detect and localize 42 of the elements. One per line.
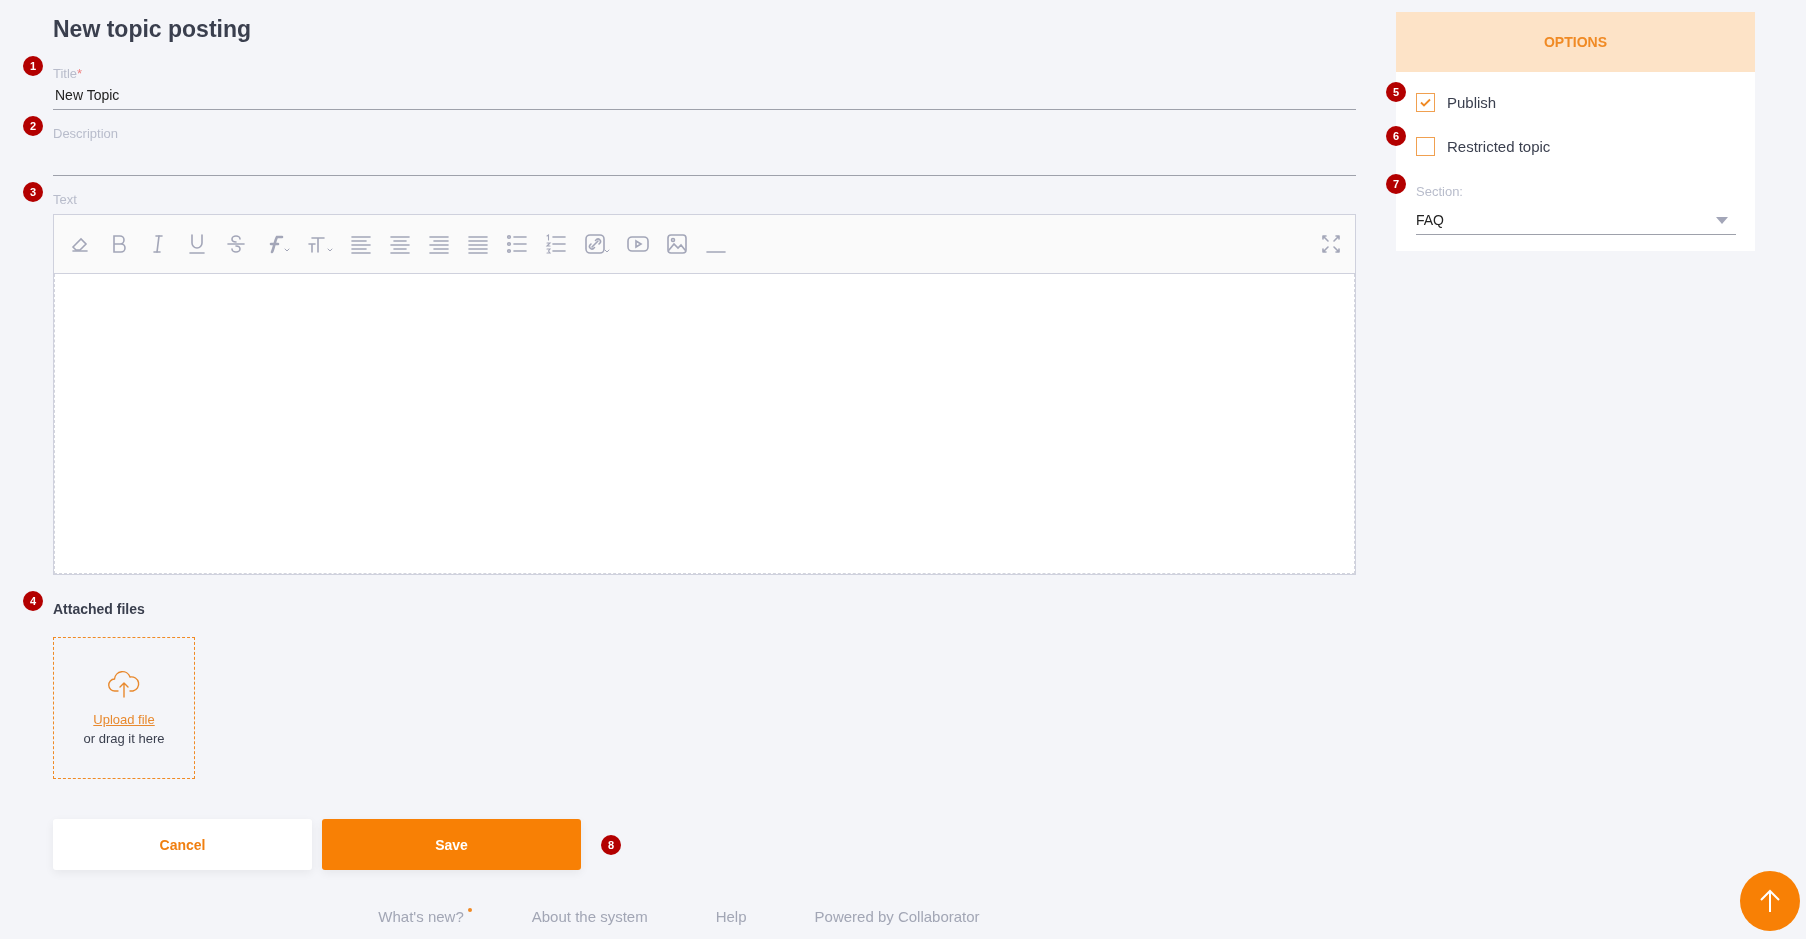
link-icon[interactable] [583, 232, 611, 256]
cancel-button[interactable]: Cancel [53, 819, 312, 870]
step-marker: 3 [23, 182, 43, 202]
checkmark-icon [1420, 97, 1431, 107]
checkbox-label: Publish [1447, 93, 1497, 111]
cloud-upload-icon [107, 670, 141, 698]
caret-icon [1716, 216, 1728, 224]
step-marker: 2 [23, 116, 43, 136]
arrow-up-icon [1759, 889, 1781, 913]
text-field[interactable]: New Topic [53, 82, 1356, 110]
field-label: Title* [53, 66, 83, 82]
step-marker: 4 [23, 591, 43, 611]
checkbox-label: Restricted topic [1447, 137, 1551, 155]
image-icon[interactable] [665, 232, 689, 256]
footer-link[interactable]: Help [715, 908, 755, 925]
field-label: Section: [1416, 184, 1463, 200]
section-dropdown[interactable]: FAQ [1416, 206, 1736, 235]
upload-file-link[interactable]: Upload file [93, 712, 155, 727]
step-marker: 8 [601, 834, 621, 855]
field-label: Text [53, 192, 77, 208]
fullscreen-icon[interactable] [1319, 232, 1343, 256]
footer-link[interactable]: Powered by Collaborator [814, 908, 988, 925]
checkbox[interactable] [1416, 136, 1435, 156]
checkbox[interactable] [1416, 92, 1435, 112]
notification-dot [467, 908, 472, 912]
step-marker: 6 [1386, 126, 1406, 146]
drag-hint: or drag it here [83, 731, 165, 746]
footer-link[interactable]: What's new? [378, 908, 472, 925]
page-title: New topic posting [53, 16, 253, 42]
step-marker: 1 [23, 56, 43, 76]
field-label: Description [53, 126, 119, 142]
step-marker: 5 [1386, 82, 1406, 102]
footer-link[interactable]: About the system [531, 908, 656, 925]
step-marker: 7 [1386, 174, 1406, 194]
strikethrough-icon[interactable] [224, 232, 248, 256]
options-header: OPTIONS [1396, 12, 1755, 72]
bullet-list-icon[interactable] [505, 232, 529, 256]
save-button[interactable]: Save [322, 819, 581, 870]
file-drop-zone[interactable]: Upload file or drag it here [53, 637, 195, 779]
section-heading: Attached files [53, 601, 146, 617]
scroll-to-top-button[interactable] [1740, 871, 1800, 931]
numbered-list-icon[interactable] [544, 232, 568, 256]
